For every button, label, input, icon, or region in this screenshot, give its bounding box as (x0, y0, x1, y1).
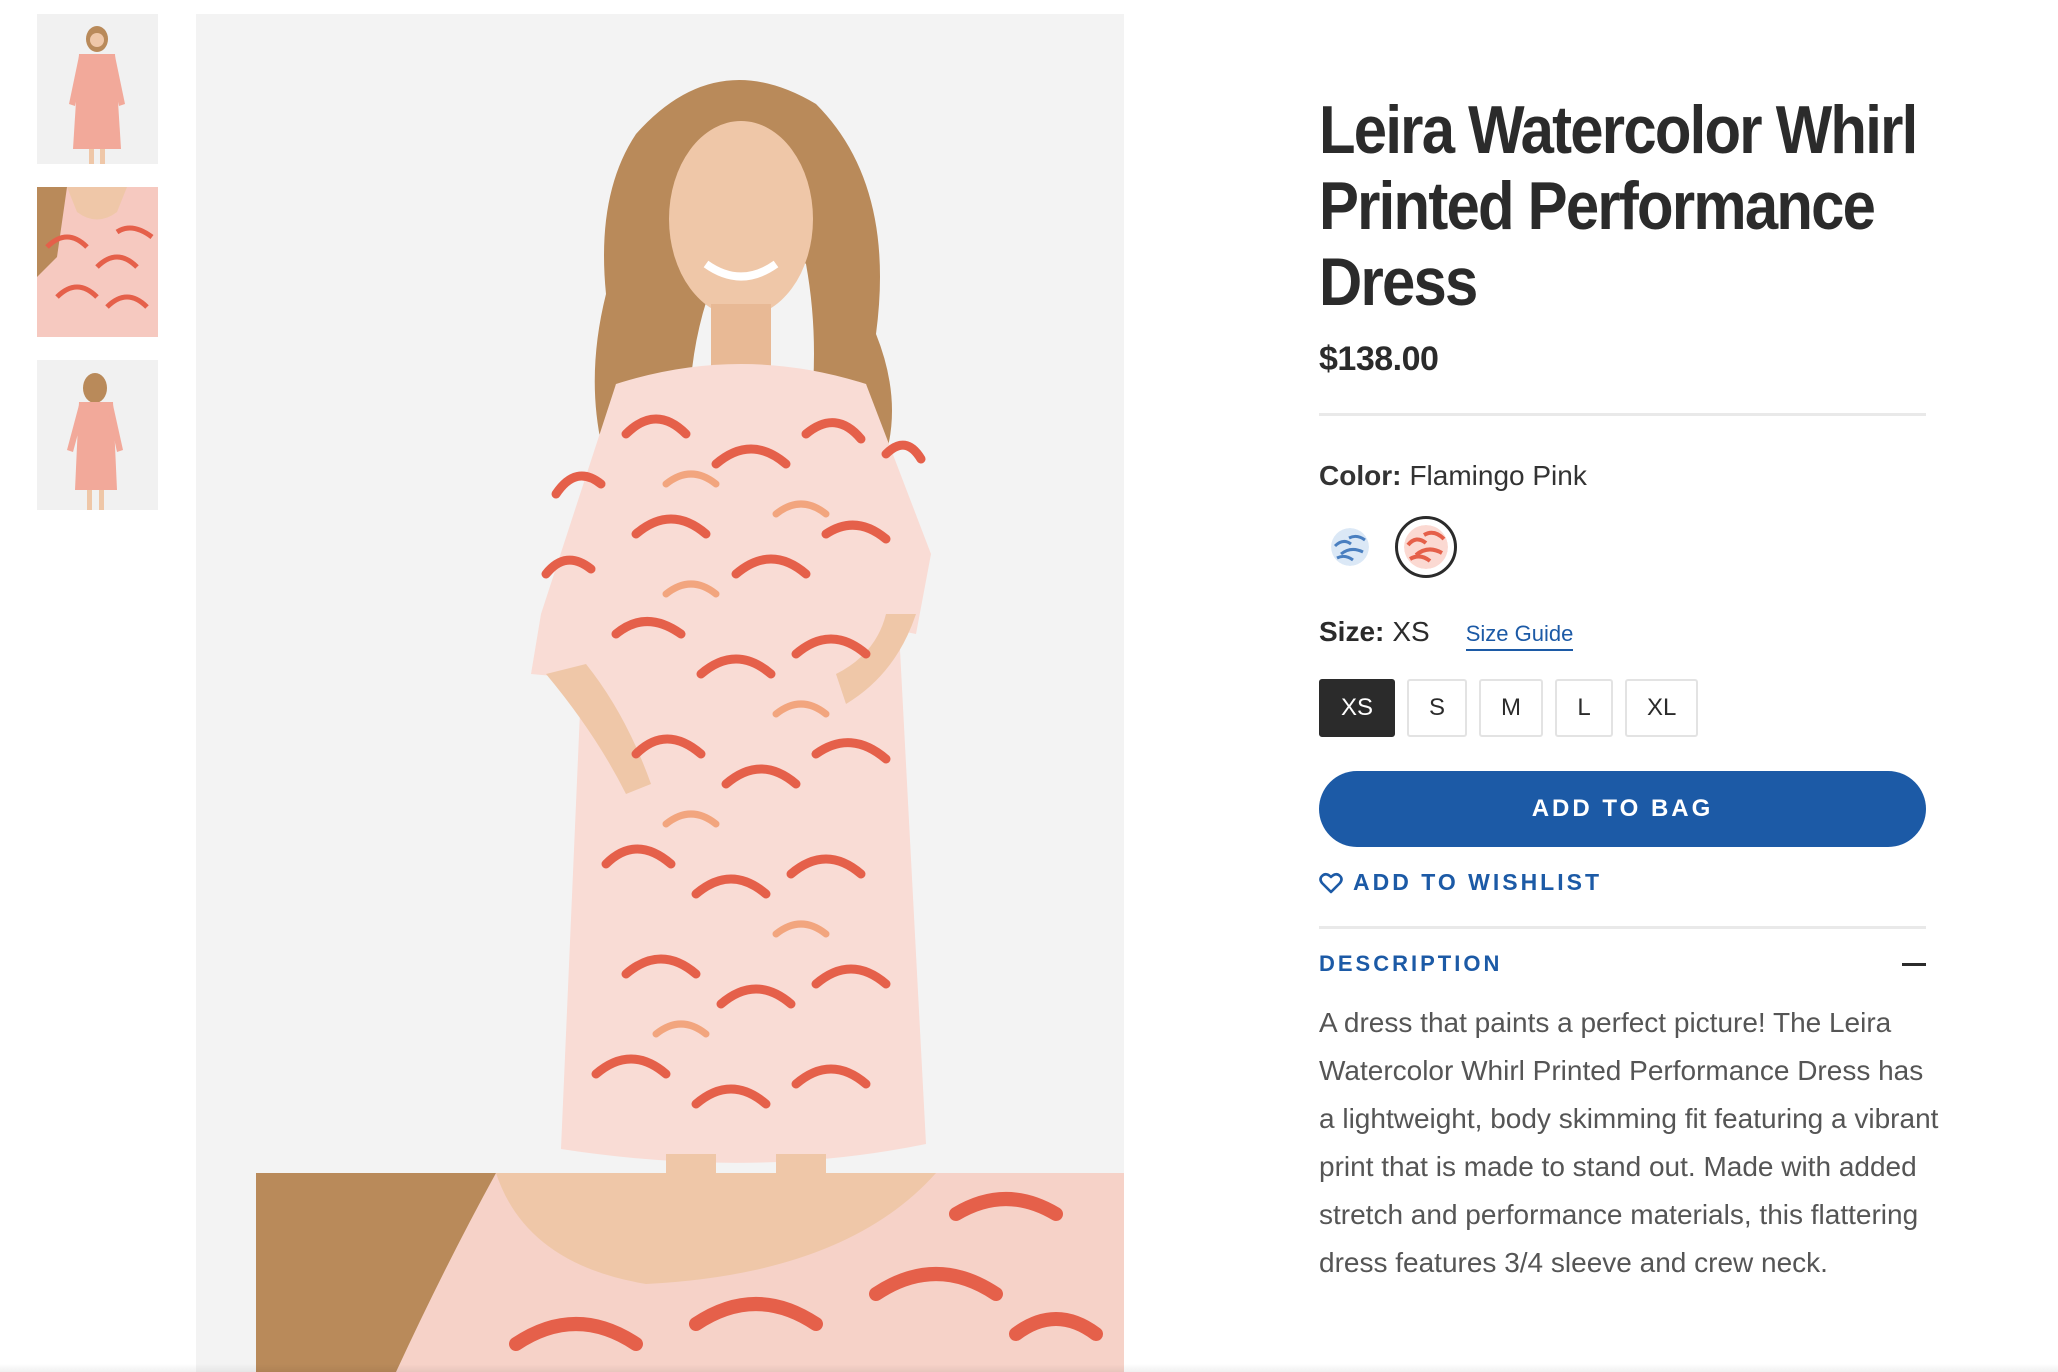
color-selected-value: Flamingo Pink (1409, 460, 1587, 491)
flamingo-pink-swatch (1404, 525, 1448, 569)
size-label: Size: (1319, 616, 1385, 647)
add-to-bag-button[interactable]: ADD TO BAG (1319, 771, 1926, 847)
size-option-l[interactable]: L (1555, 679, 1614, 737)
thumbnail-front[interactable] (37, 14, 158, 164)
color-label: Color: (1319, 460, 1402, 491)
color-label-row: Color: Flamingo Pink (1319, 460, 1926, 492)
thumbnail-detail[interactable] (37, 187, 158, 337)
size-option-s[interactable]: S (1407, 679, 1468, 737)
color-swatch-blue[interactable] (1331, 528, 1369, 566)
divider (1319, 413, 1926, 416)
size-option-xl[interactable]: XL (1625, 679, 1699, 737)
size-label-row: Size: XS Size Guide (1319, 616, 1926, 651)
add-to-wishlist-button[interactable]: ADD TO WISHLIST (1319, 869, 1926, 896)
size-guide-link[interactable]: Size Guide (1465, 621, 1574, 651)
main-product-image[interactable] (196, 14, 1124, 1372)
wishlist-label: ADD TO WISHLIST (1353, 869, 1603, 895)
product-price: $138.00 (1319, 340, 1439, 378)
heart-icon (1319, 872, 1343, 893)
minus-icon[interactable] (1902, 962, 1926, 966)
size-selected-value: XS (1392, 616, 1430, 647)
thumbnail-back[interactable] (37, 360, 158, 510)
divider (1319, 926, 1926, 929)
description-accordion-header[interactable]: DESCRIPTION (1319, 951, 1926, 977)
product-title: Leira Watercolor Whirl Printed Performan… (1319, 92, 1918, 320)
size-options: XS S M L XL (1319, 679, 1926, 737)
size-option-m[interactable]: M (1479, 679, 1544, 737)
thumbnail-list (37, 14, 158, 533)
description-heading: DESCRIPTION (1319, 951, 1503, 976)
color-swatches (1319, 516, 1926, 578)
product-page: Leira Watercolor Whirl Printed Performan… (0, 0, 2058, 1372)
size-option-xs[interactable]: XS (1319, 679, 1396, 737)
color-swatch-flamingo-pink-selected[interactable] (1395, 516, 1457, 578)
description-text: A dress that paints a perfect picture! T… (1319, 1007, 1939, 1278)
bottom-shadow (0, 1364, 2058, 1372)
product-info: Leira Watercolor Whirl Printed Performan… (1319, 92, 1938, 1287)
